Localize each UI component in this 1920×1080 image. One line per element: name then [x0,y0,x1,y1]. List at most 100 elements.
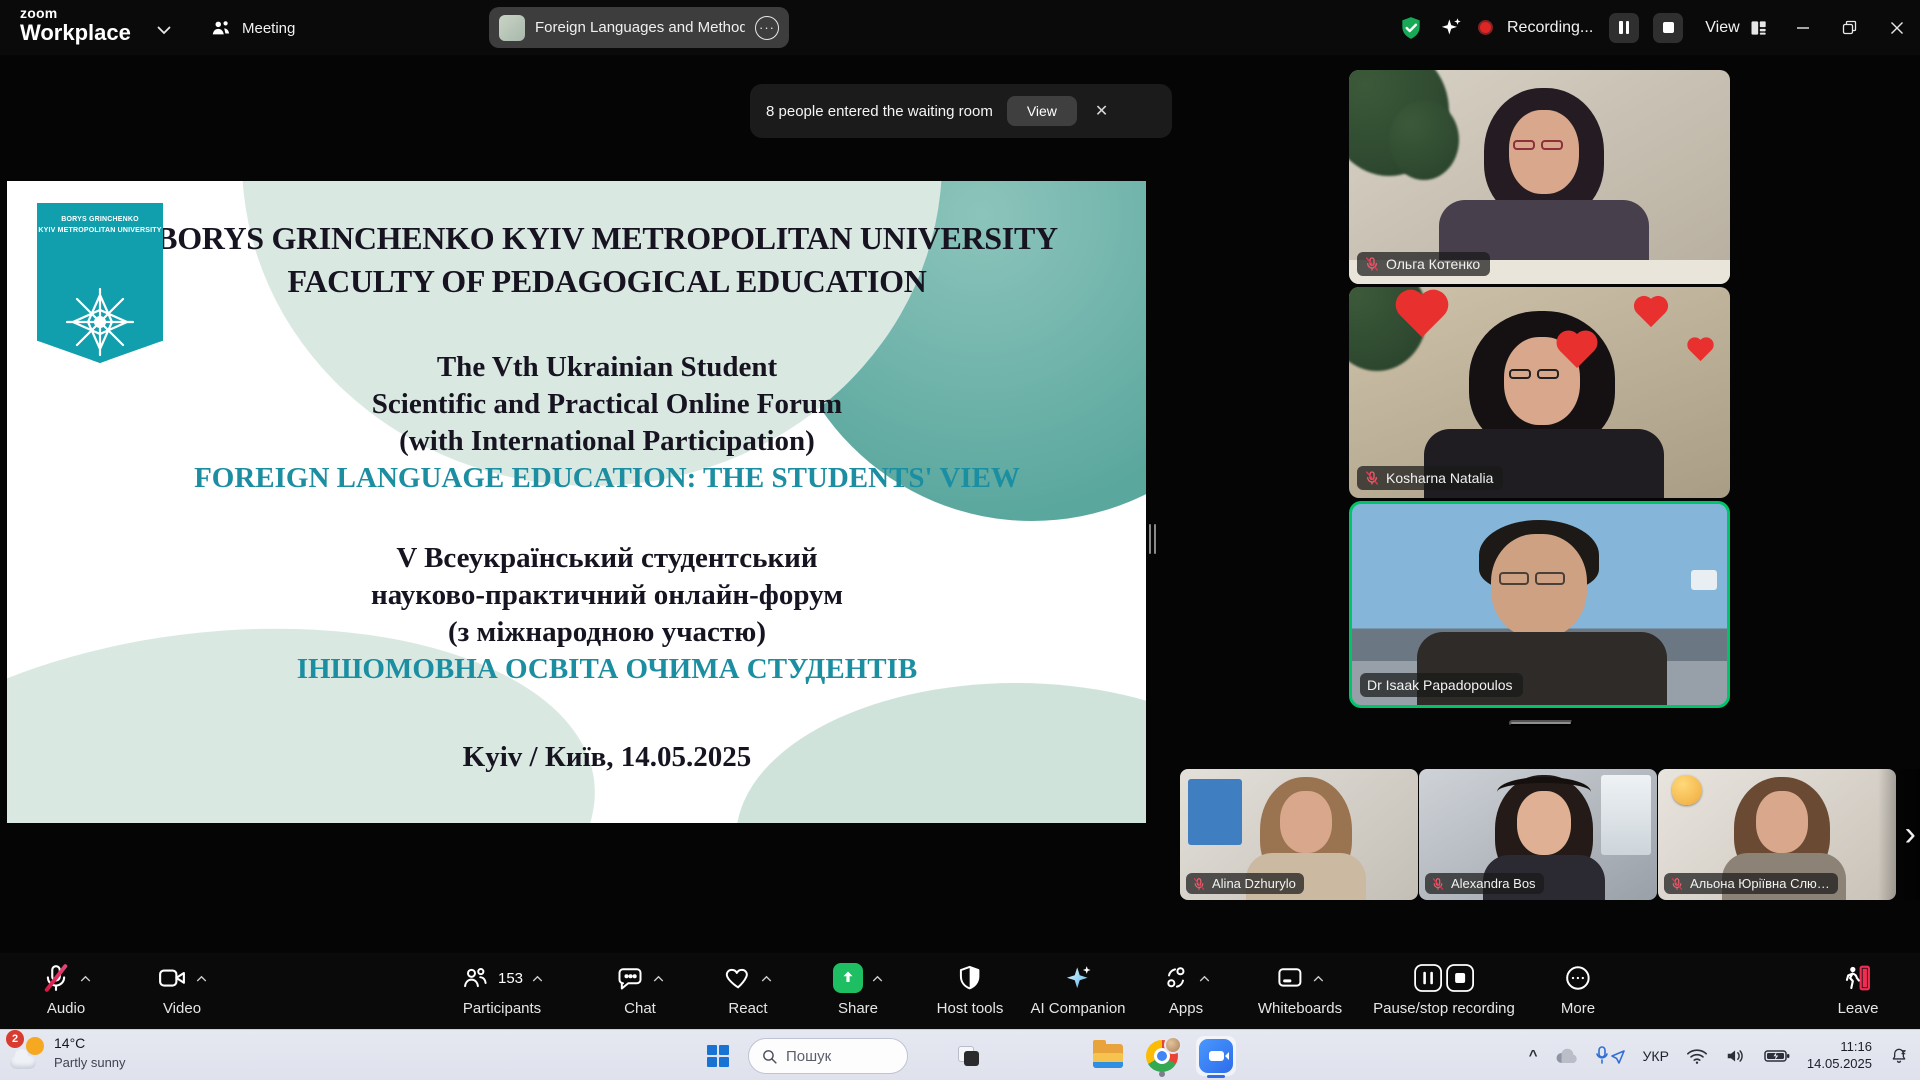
pause-stop-recording-button[interactable]: Pause/stop recording [1373,961,1515,1017]
onedrive-button[interactable] [1550,1036,1584,1076]
next-participants-button[interactable]: › [1878,769,1920,900]
restore-icon [1842,20,1857,35]
task-view-button[interactable] [948,1036,988,1076]
clap-reaction-icon [1672,775,1702,805]
search-input[interactable] [786,1048,886,1065]
waiting-room-view-button[interactable]: View [1007,96,1077,126]
tray-expand-button[interactable]: ^ [1524,1036,1543,1076]
participant-name-chip: Альона Юріївна Слю… [1664,873,1838,894]
battery-button[interactable] [1759,1036,1795,1076]
shared-screen-slide: BORYS GRINCHENKO KYIV METROPOLITAN UNIVE… [7,181,1146,823]
participants-button[interactable]: 153 Participants [461,961,543,1017]
chat-button[interactable]: Chat [616,961,664,1017]
stop-recording-button[interactable] [1653,13,1683,43]
minimize-button[interactable] [1779,0,1826,55]
mic-muted-icon [1431,877,1445,891]
video-button[interactable]: Video [157,961,207,1017]
leave-button[interactable]: Leave [1838,961,1879,1017]
tab-meeting[interactable]: Meeting [200,10,305,46]
apps-label: Apps [1169,1000,1203,1017]
video-watermark [1691,570,1717,590]
zoom-app-button[interactable] [1196,1036,1236,1076]
minimize-icon [1796,21,1810,35]
forum-uk-line3: (з міжнародною участю) [87,614,1127,651]
start-button[interactable] [698,1036,738,1076]
chevron-up-icon[interactable] [1313,975,1324,982]
video-tile-kosharna-natalia[interactable]: Kosharna Natalia [1349,287,1730,498]
leave-door-icon [1843,963,1873,993]
poster-decor [1188,779,1242,845]
clock-widget[interactable]: 11:16 14.05.2025 [1802,1036,1877,1076]
workspace-dropdown-button[interactable] [152,20,176,40]
wifi-button[interactable] [1681,1036,1713,1076]
camera-icon [157,963,187,993]
more-button[interactable]: More [1561,961,1595,1017]
chat-icon [616,964,644,992]
more-ellipsis-icon [1564,964,1592,992]
people-icon [210,17,232,39]
chevron-up-icon[interactable] [872,975,883,982]
chevron-up-icon[interactable] [532,975,543,982]
panel-drag-handle[interactable] [1509,720,1573,726]
chrome-button[interactable] [1142,1036,1182,1076]
pause-bar [1619,21,1623,34]
volume-button[interactable] [1720,1036,1752,1076]
video-tile-olha-kotenko[interactable]: Ольга Котенко [1349,70,1730,284]
recording-indicator-icon [1478,20,1493,35]
ai-companion-icon [1063,963,1093,993]
zoom-meeting-window: zoom Workplace Meeting Foreign Languages… [0,0,1920,1080]
language-switcher[interactable]: УКР [1638,1036,1674,1076]
leave-label: Leave [1838,1000,1879,1017]
logo-caption: BORYS GRINCHENKO KYIV METROPOLITAN UNIVE… [37,215,163,236]
video-tile-alexandra-bos[interactable]: Alexandra Bos [1419,769,1657,900]
view-layout-button[interactable]: View [1705,18,1768,38]
chevron-up-icon[interactable] [196,975,207,982]
chevron-up-icon[interactable] [80,975,91,982]
video-tile-isaak-papadopoulos-active[interactable]: Dr Isaak Papadopoulos [1349,501,1730,708]
zoom-workplace-logo: zoom Workplace [20,6,131,44]
participant-name: Ольга Котенко [1386,256,1480,272]
whiteboards-button[interactable]: Whiteboards [1258,961,1342,1017]
pause-recording-button[interactable] [1609,13,1639,43]
task-view-icon [964,1051,979,1066]
participants-icon [461,964,489,992]
forum-en-line3: (with International Participation) [87,423,1127,460]
weather-widget[interactable]: 2 14°C Partly sunny [10,1034,126,1072]
participants-count: 153 [498,970,523,987]
participant-name-chip: Ольга Котенко [1357,252,1490,276]
share-label: Share [838,1000,878,1017]
wifi-icon [1686,1047,1708,1065]
security-shield-icon[interactable] [1398,15,1424,41]
share-button[interactable]: Share [833,961,883,1017]
apps-button[interactable]: Apps [1162,961,1210,1017]
video-tile-alona-yuriivna[interactable]: Альона Юріївна Слю… [1658,769,1896,900]
tab-shared-screen[interactable]: Foreign Languages and Methodc ··· [489,7,789,48]
university-logo: BORYS GRINCHENKO KYIV METROPOLITAN UNIVE… [37,203,163,363]
host-tools-button[interactable]: Host tools [937,961,1004,1017]
mic-location-indicators[interactable] [1591,1036,1631,1076]
audio-button[interactable]: Audio [41,961,91,1017]
shared-tab-more-button[interactable]: ··· [755,16,779,40]
participant-name: Альона Юріївна Слю… [1690,876,1830,891]
search-icon [761,1048,778,1065]
restore-button[interactable] [1826,0,1873,55]
video-tile-alina-dzhurylo[interactable]: Alina Dzhurylo [1180,769,1418,900]
shared-tab-label: Foreign Languages and Methodc [535,19,745,36]
logo-caption-line2: KYIV METROPOLITAN UNIVERSITY [38,227,161,234]
ai-companion-button[interactable]: AI Companion [1030,961,1125,1017]
heart-reaction-icon [1690,340,1711,361]
panel-resize-handle[interactable] [1149,524,1157,554]
forum-en-title: FOREIGN LANGUAGE EDUCATION: THE STUDENTS… [87,460,1127,497]
chevron-up-icon[interactable] [1199,975,1210,982]
taskbar-search[interactable] [748,1038,908,1074]
chevron-up-icon[interactable] [761,975,772,982]
ai-sparkle-icon[interactable] [1438,15,1464,41]
chevron-up-icon[interactable] [653,975,664,982]
close-button[interactable] [1873,0,1920,55]
toast-close-button[interactable]: ✕ [1091,97,1112,125]
notifications-dnd-button[interactable] [1884,1036,1914,1076]
meeting-toolbar: Audio Video 153 Participants Chat [0,953,1920,1029]
file-explorer-button[interactable] [1088,1036,1128,1076]
whiteboard-icon [1276,964,1304,992]
react-button[interactable]: React [724,961,772,1017]
